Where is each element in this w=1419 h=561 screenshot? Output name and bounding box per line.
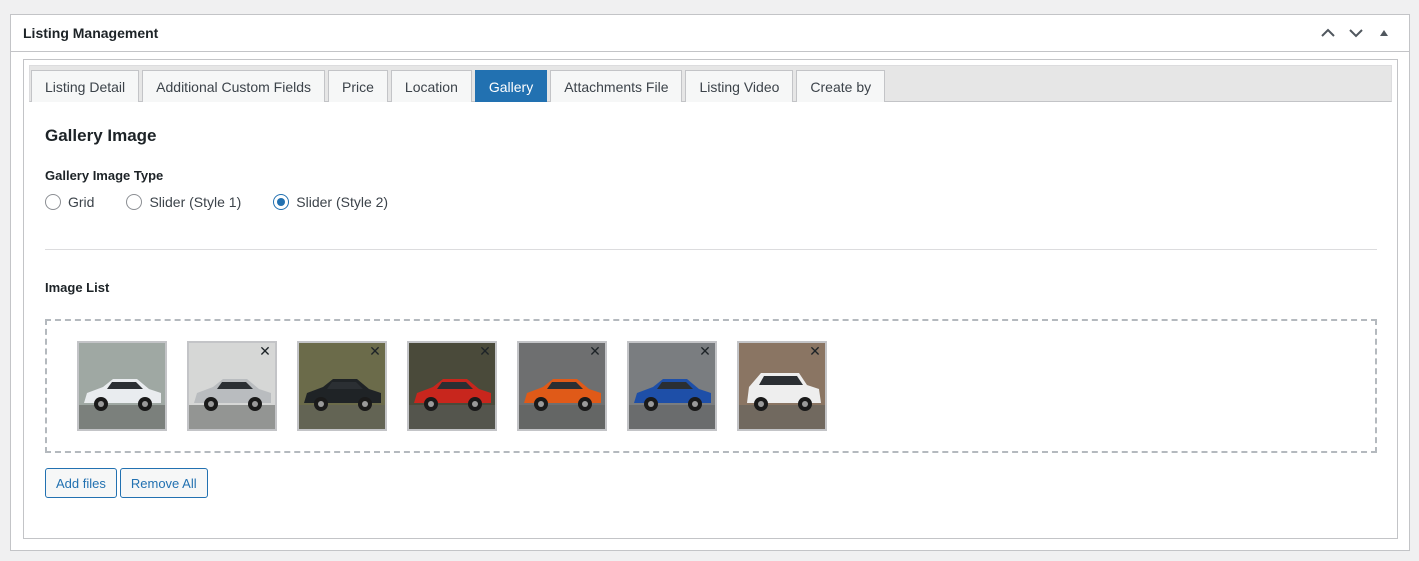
gallery-thumbnail[interactable]: ✕ xyxy=(77,341,167,431)
remove-all-button[interactable]: Remove All xyxy=(119,468,208,498)
triangle-up-icon[interactable] xyxy=(1371,20,1397,46)
radio-label: Grid xyxy=(68,194,95,210)
gallery-type-label: Gallery Image Type xyxy=(45,168,164,183)
image-thumbnails: ✕ ✕ ✕ ✕ ✕ ✕ ✕ xyxy=(77,341,827,431)
tab-listing-detail[interactable]: Listing Detail xyxy=(31,70,140,102)
gallery-thumbnail[interactable]: ✕ xyxy=(627,341,717,431)
remove-image-icon[interactable]: ✕ xyxy=(257,343,273,359)
gallery-type-option-slider-style-1[interactable]: Slider (Style 1) xyxy=(126,194,241,210)
gallery-panel: Gallery Image Gallery Image Type Grid Sli… xyxy=(45,124,1377,498)
tab-bar: Listing Detail Additional Custom Fields Pr… xyxy=(29,65,1392,102)
remove-image-icon[interactable]: ✕ xyxy=(587,343,603,359)
divider xyxy=(45,249,1377,250)
gallery-type-options: Grid Slider (Style 1) Slider (Style 2) xyxy=(45,194,420,210)
gallery-title: Gallery Image xyxy=(45,126,157,145)
add-files-button[interactable]: Add files xyxy=(45,468,117,498)
chevron-up-icon[interactable] xyxy=(1315,20,1341,46)
tab-listing-video[interactable]: Listing Video xyxy=(685,70,794,102)
box-handle-actions xyxy=(1315,20,1397,46)
tab-price[interactable]: Price xyxy=(328,70,388,102)
tabs: Listing Detail Additional Custom Fields Pr… xyxy=(31,70,886,102)
radio-label: Slider (Style 2) xyxy=(296,194,389,210)
car-photo xyxy=(79,343,165,429)
remove-image-icon[interactable]: ✕ xyxy=(477,343,493,359)
gallery-thumbnail[interactable]: ✕ xyxy=(517,341,607,431)
radio-button[interactable] xyxy=(126,194,143,210)
gallery-thumbnail[interactable]: ✕ xyxy=(407,341,497,431)
box-inside: Listing Detail Additional Custom Fields Pr… xyxy=(23,59,1398,539)
gallery-buttons: Add files Remove All xyxy=(45,468,208,498)
box-title: Listing Management xyxy=(23,25,159,41)
gallery-type-option-grid[interactable]: Grid xyxy=(45,194,94,210)
radio-button[interactable] xyxy=(273,194,290,210)
tab-location[interactable]: Location xyxy=(390,70,472,102)
image-dropzone[interactable]: ✕ ✕ ✕ ✕ ✕ ✕ ✕ xyxy=(45,319,1377,453)
radio-label: Slider (Style 1) xyxy=(149,194,242,210)
remove-image-icon[interactable]: ✕ xyxy=(697,343,713,359)
box-header: Listing Management xyxy=(11,15,1409,52)
remove-image-icon[interactable]: ✕ xyxy=(367,343,383,359)
tab-create-by[interactable]: Create by xyxy=(796,70,886,102)
tab-additional-custom-fields[interactable]: Additional Custom Fields xyxy=(142,70,326,102)
gallery-thumbnail[interactable]: ✕ xyxy=(737,341,827,431)
listing-management-box: Listing Management Listing Detail Additio… xyxy=(10,14,1410,551)
image-list-label: Image List xyxy=(45,280,110,295)
gallery-thumbnail[interactable]: ✕ xyxy=(297,341,387,431)
remove-image-icon[interactable]: ✕ xyxy=(807,343,823,359)
chevron-down-icon[interactable] xyxy=(1343,20,1369,46)
radio-button[interactable] xyxy=(45,194,61,210)
tab-attachments-file[interactable]: Attachments File xyxy=(550,70,683,102)
tab-gallery[interactable]: Gallery xyxy=(474,70,548,102)
gallery-type-option-slider-style-2[interactable]: Slider (Style 2) xyxy=(273,194,388,210)
gallery-thumbnail[interactable]: ✕ xyxy=(187,341,277,431)
